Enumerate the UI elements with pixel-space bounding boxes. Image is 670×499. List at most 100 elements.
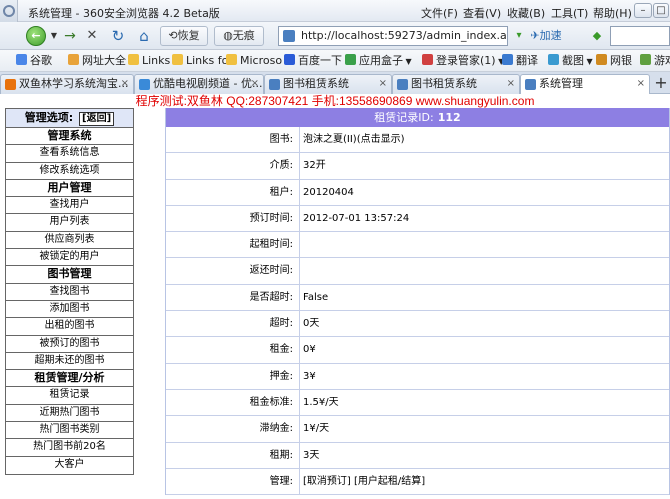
tab-system-admin[interactable]: 系统管理 × xyxy=(520,74,650,95)
fav-links-fo[interactable]: Links fo xyxy=(172,53,228,69)
sidebar-item[interactable]: 添加图书 xyxy=(6,301,133,319)
tab-bar: 双鱼林学习系统淘宝... × 优酷电视剧频道 - 优... × 图书租赁系统 × 图书… xyxy=(0,72,670,95)
back-link[interactable]: [返回] xyxy=(79,112,115,126)
app-box-icon xyxy=(345,54,356,65)
search-engine-icon[interactable]: ◆ xyxy=(588,26,606,46)
sidebar-item[interactable]: 查找用户 xyxy=(6,197,133,215)
sidebar-item[interactable]: 用户列表 xyxy=(6,214,133,232)
record-header: 租赁记录ID: 112 xyxy=(166,108,669,127)
sidebar-item[interactable]: 被预订的图书 xyxy=(6,336,133,353)
page-icon xyxy=(525,79,536,90)
restore-icon: ⟲ xyxy=(168,29,178,42)
no-trace-label: 无痕 xyxy=(232,29,255,42)
manage-row: 管理: [取消预订] [用户起租/结算] xyxy=(166,468,669,496)
sidebar-item[interactable]: 修改系统选项 xyxy=(6,163,133,180)
close-icon[interactable]: × xyxy=(251,75,259,93)
field-label: 起租时间: xyxy=(166,232,300,258)
menu-view[interactable]: 查看(V) xyxy=(463,5,501,21)
sidebar-item[interactable]: 供应商列表 xyxy=(6,232,133,250)
fav-google[interactable]: 谷歌 xyxy=(16,53,52,69)
menu-favorites[interactable]: 收藏(B) xyxy=(507,5,545,21)
folder-icon xyxy=(226,54,237,65)
fav-baidu[interactable]: 百度一下 xyxy=(284,53,342,69)
page-icon xyxy=(269,79,280,90)
sidebar-item[interactable]: 大客户 xyxy=(6,457,133,474)
record-row: 租户: 20120404 xyxy=(166,179,669,206)
home-button[interactable]: ⌂ xyxy=(134,26,154,46)
record-row: 返还时间: xyxy=(166,258,669,285)
sidebar-item[interactable]: 被锁定的用户 xyxy=(6,249,133,267)
sidebar-item[interactable]: 查看系统信息 xyxy=(6,145,133,163)
sidebar-item[interactable]: 热门图书前20名 xyxy=(6,439,133,457)
refresh-button[interactable]: ↻ xyxy=(108,26,128,46)
fav-netbank[interactable]: 网银 xyxy=(596,53,632,69)
close-icon[interactable]: × xyxy=(507,75,515,93)
record-fields: 图书: 泡沫之夏(II)(点击显示) 介质: 32开 租户: 20120404 预订时间: 2… xyxy=(166,127,669,469)
youku-icon xyxy=(139,79,150,90)
sidebar-section-heading: 管理系统 xyxy=(6,128,133,146)
page-icon xyxy=(397,79,408,90)
record-row: 图书: 泡沫之夏(II)(点击显示) xyxy=(166,127,669,154)
fav-translate[interactable]: 翻译 xyxy=(502,53,538,69)
sidebar-section-heading: 用户管理 xyxy=(6,180,133,198)
tab-youku[interactable]: 优酷电视剧频道 - 优... × xyxy=(134,74,264,94)
fav-app-box[interactable]: 应用盒子 ▼ xyxy=(345,53,412,69)
fav-hao-links[interactable]: 网址大全 xyxy=(68,53,126,69)
tab-book-rental-1[interactable]: 图书租赁系统 × xyxy=(264,74,392,94)
record-row: 押金: 3¥ xyxy=(166,363,669,390)
translate-icon xyxy=(502,54,513,65)
menu-tools[interactable]: 工具(T) xyxy=(551,5,588,21)
go-dropdown-icon[interactable]: ▾ xyxy=(512,26,526,46)
page-icon xyxy=(283,30,295,42)
new-tab-button[interactable]: + xyxy=(652,74,670,94)
menu-help[interactable]: 帮助(H) xyxy=(593,5,632,21)
fav-login-manager[interactable]: 登录管家(1) ▼ xyxy=(422,53,504,69)
title-bar: 系统管理 - 360安全浏览器 4.2 Beta版 文件(F) 查看(V) 收藏… xyxy=(0,0,670,26)
fav-games[interactable]: 游戏 xyxy=(640,53,670,69)
rocket-icon: ✈ xyxy=(530,29,540,42)
address-bar[interactable]: http://localhost:59273/admin_index.asp?t… xyxy=(278,26,508,46)
sidebar-section-heading: 租赁管理/分析 xyxy=(6,370,133,388)
menu-file[interactable]: 文件(F) xyxy=(421,5,458,21)
restore-button[interactable]: ⟲恢复 xyxy=(160,26,208,46)
field-label: 是否超时: xyxy=(166,284,300,311)
close-icon[interactable]: × xyxy=(121,75,129,93)
record-row: 租期: 3天 xyxy=(166,442,669,469)
tab-book-rental-2[interactable]: 图书租赁系统 × xyxy=(392,74,520,94)
fav-microsoft[interactable]: Microso xyxy=(226,53,282,69)
field-label: 租金标准: xyxy=(166,389,300,416)
back-dropdown-icon[interactable]: ▼ xyxy=(48,26,60,46)
maximize-button[interactable]: □ xyxy=(653,3,669,18)
folder-icon xyxy=(68,54,79,65)
sidebar-item[interactable]: 租赁记录 xyxy=(6,387,133,405)
close-icon[interactable]: × xyxy=(637,75,645,93)
sidebar-item[interactable]: 热门图书类别 xyxy=(6,422,133,440)
record-row: 租金标准: 1.5¥/天 xyxy=(166,389,669,417)
book-link[interactable]: 泡沫之夏(II)(点击显示) xyxy=(303,127,405,152)
minimize-button[interactable]: – xyxy=(634,3,652,18)
cancel-reservation-link[interactable]: [取消预订] xyxy=(303,476,351,487)
fav-links[interactable]: Links xyxy=(128,53,170,69)
field-label: 超时: xyxy=(166,311,300,337)
no-trace-button[interactable]: ◍无痕 xyxy=(214,26,264,46)
record-row: 预订时间: 2012-07-01 13:57:24 xyxy=(166,205,669,233)
sidebar-item[interactable]: 查找图书 xyxy=(6,284,133,301)
back-button[interactable]: ← xyxy=(26,26,46,46)
google-icon xyxy=(16,54,27,65)
sidebar-item[interactable]: 超期未还的图书 xyxy=(6,353,133,371)
folder-icon xyxy=(172,54,183,65)
chevron-down-icon: ▼ xyxy=(403,57,412,66)
sidebar-item[interactable]: 近期热门图书 xyxy=(6,405,133,423)
record-row: 超时: 0天 xyxy=(166,311,669,338)
record-row: 起租时间: xyxy=(166,232,669,259)
close-icon[interactable]: × xyxy=(379,75,387,93)
sidebar-item[interactable]: 出租的图书 xyxy=(6,318,133,336)
accelerate-button[interactable]: ✈加速 xyxy=(528,26,564,46)
tab-taobao[interactable]: 双鱼林学习系统淘宝... × xyxy=(0,74,134,94)
fav-screenshot[interactable]: 截图 ▼ xyxy=(548,53,593,69)
search-input[interactable] xyxy=(610,26,670,46)
field-label: 介质: xyxy=(166,153,300,179)
stop-button[interactable]: ✕ xyxy=(82,26,102,46)
forward-button[interactable]: → xyxy=(60,26,80,46)
checkout-settle-link[interactable]: [用户起租/结算] xyxy=(354,476,425,487)
